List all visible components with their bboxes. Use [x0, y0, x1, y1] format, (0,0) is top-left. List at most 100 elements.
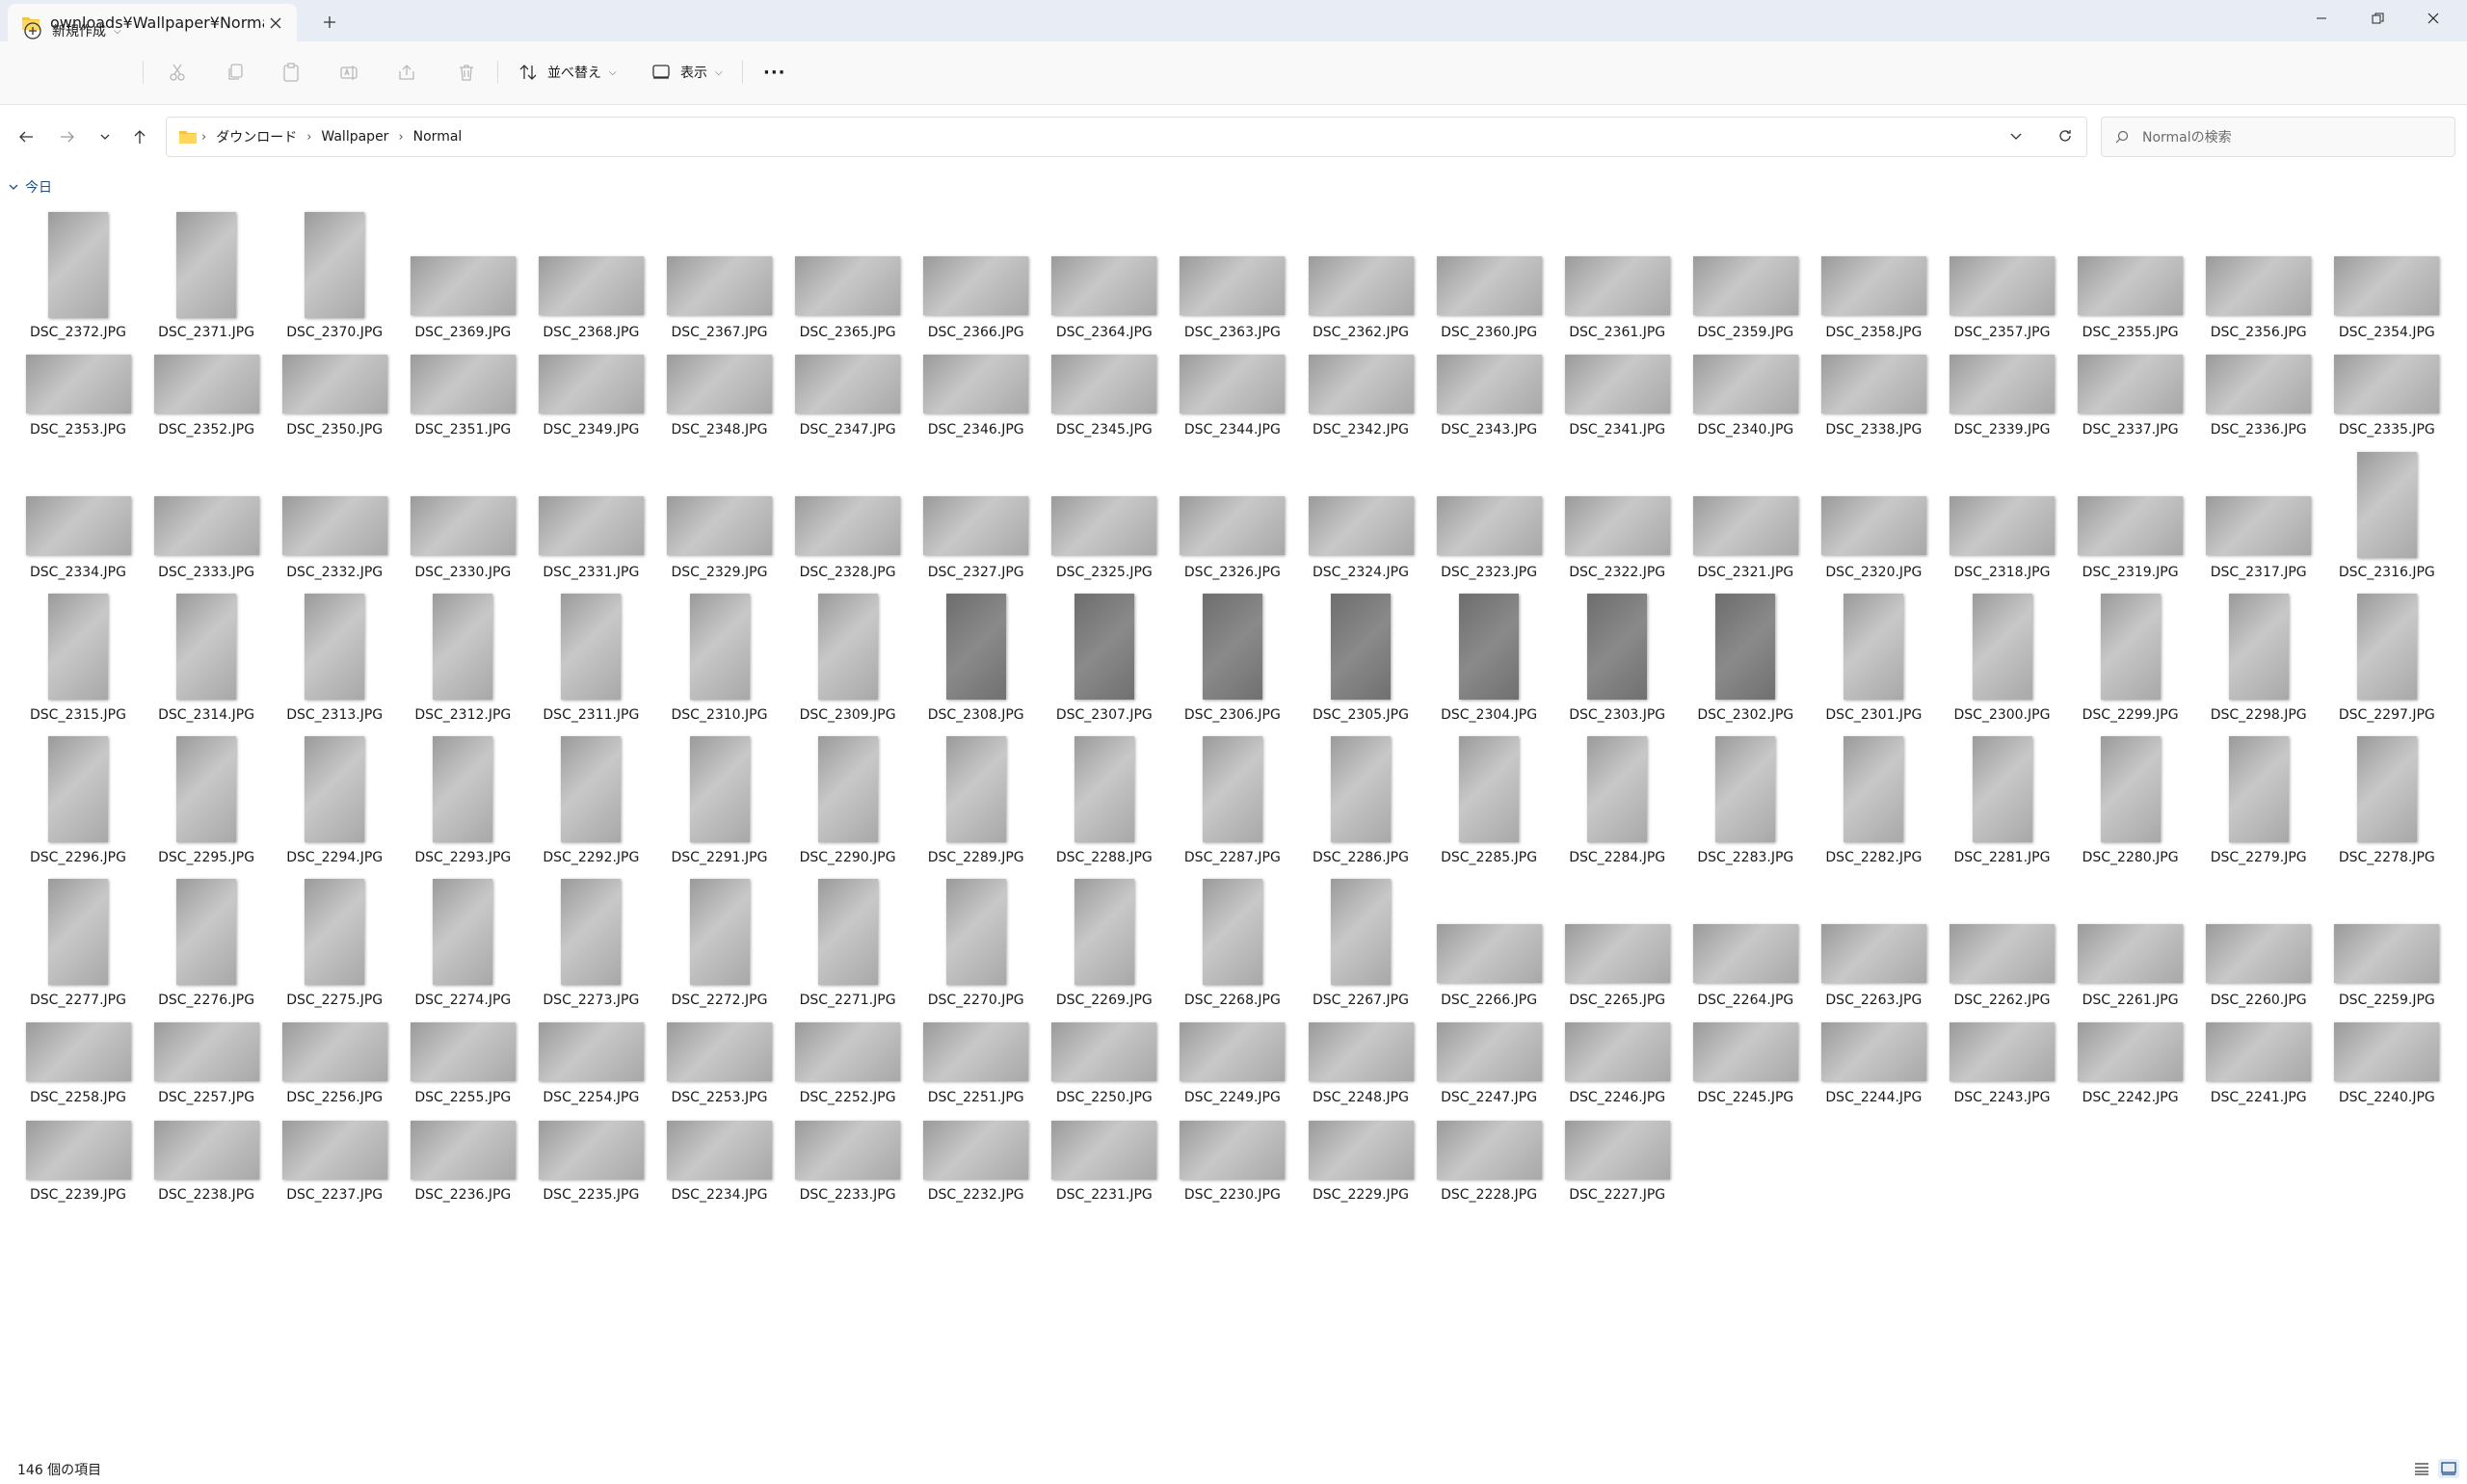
file-name[interactable]: DSC_2290.JPG — [784, 850, 912, 865]
file-name[interactable]: DSC_2296.JPG — [14, 850, 142, 865]
file-name[interactable]: DSC_2242.JPG — [2067, 1090, 2194, 1105]
file-thumbnail[interactable] — [48, 879, 108, 985]
file-name[interactable]: DSC_2247.JPG — [1425, 1090, 1552, 1105]
file-thumbnail[interactable] — [1051, 496, 1157, 555]
file-thumbnail[interactable] — [1715, 736, 1776, 842]
file-name[interactable]: DSC_2298.JPG — [2195, 707, 2322, 723]
file-thumbnail[interactable] — [25, 1022, 131, 1081]
file-thumbnail[interactable] — [25, 1121, 131, 1179]
file-thumbnail[interactable] — [1051, 1022, 1157, 1081]
file-name[interactable]: DSC_2264.JPG — [1682, 993, 1809, 1008]
file-name[interactable]: DSC_2316.JPG — [2323, 565, 2451, 580]
file-thumbnail[interactable] — [410, 1121, 516, 1179]
file-thumbnail[interactable] — [1564, 1022, 1670, 1081]
file-name[interactable]: DSC_2273.JPG — [527, 993, 654, 1008]
file-thumbnail[interactable] — [1459, 736, 1520, 842]
file-thumbnail[interactable] — [1331, 594, 1391, 700]
file-name[interactable]: DSC_2330.JPG — [399, 565, 526, 580]
file-name[interactable]: DSC_2341.JPG — [1553, 422, 1681, 437]
file-thumbnail[interactable] — [433, 736, 493, 842]
file-thumbnail[interactable] — [305, 594, 365, 700]
file-thumbnail[interactable] — [2356, 452, 2417, 558]
file-thumbnail[interactable] — [2206, 1022, 2312, 1081]
file-thumbnail[interactable] — [410, 256, 516, 315]
file-thumbnail[interactable] — [153, 355, 259, 413]
file-name[interactable]: DSC_2261.JPG — [2067, 993, 2194, 1008]
file-name[interactable]: DSC_2243.JPG — [1939, 1090, 2066, 1105]
file-name[interactable]: DSC_2302.JPG — [1682, 707, 1809, 723]
file-thumbnail[interactable] — [25, 496, 131, 555]
file-name[interactable]: DSC_2236.JPG — [399, 1187, 526, 1203]
file-name[interactable]: DSC_2324.JPG — [1297, 565, 1424, 580]
file-thumbnail[interactable] — [2078, 924, 2184, 983]
file-name[interactable]: DSC_2274.JPG — [399, 993, 526, 1008]
file-thumbnail[interactable] — [1820, 496, 1926, 555]
file-name[interactable]: DSC_2366.JPG — [913, 325, 1040, 340]
file-name[interactable]: DSC_2252.JPG — [784, 1090, 912, 1105]
file-thumbnail[interactable] — [433, 879, 493, 985]
file-name[interactable]: DSC_2294.JPG — [271, 850, 398, 865]
file-thumbnail[interactable] — [2078, 1022, 2184, 1081]
file-thumbnail[interactable] — [561, 594, 622, 700]
file-name[interactable]: DSC_2230.JPG — [1169, 1187, 1296, 1203]
file-thumbnail[interactable] — [1202, 879, 1262, 985]
file-name[interactable]: DSC_2332.JPG — [271, 565, 398, 580]
file-thumbnail[interactable] — [1074, 594, 1134, 700]
file-name[interactable]: DSC_2351.JPG — [399, 422, 526, 437]
file-thumbnail[interactable] — [795, 1022, 901, 1081]
file-name[interactable]: DSC_2256.JPG — [271, 1090, 398, 1105]
file-name[interactable]: DSC_2357.JPG — [1939, 325, 2066, 340]
file-thumbnail[interactable] — [1950, 924, 2055, 983]
file-thumbnail[interactable] — [538, 355, 644, 413]
file-thumbnail[interactable] — [281, 1022, 387, 1081]
file-name[interactable]: DSC_2337.JPG — [2067, 422, 2194, 437]
file-thumbnail[interactable] — [176, 594, 237, 700]
file-name[interactable]: DSC_2369.JPG — [399, 325, 526, 340]
file-thumbnail[interactable] — [1950, 1022, 2055, 1081]
file-name[interactable]: DSC_2254.JPG — [527, 1090, 654, 1105]
file-name[interactable]: DSC_2350.JPG — [271, 422, 398, 437]
file-thumbnail[interactable] — [667, 256, 772, 315]
file-name[interactable]: DSC_2248.JPG — [1297, 1090, 1424, 1105]
file-thumbnail[interactable] — [1820, 355, 1926, 413]
file-name[interactable]: DSC_2257.JPG — [143, 1090, 270, 1105]
file-name[interactable]: DSC_2297.JPG — [2323, 707, 2451, 723]
file-thumbnail[interactable] — [2334, 256, 2440, 315]
file-thumbnail[interactable] — [410, 355, 516, 413]
file-thumbnail[interactable] — [538, 1022, 644, 1081]
file-name[interactable]: DSC_2253.JPG — [656, 1090, 783, 1105]
file-thumbnail[interactable] — [1074, 879, 1134, 985]
file-thumbnail[interactable] — [1180, 1121, 1286, 1179]
file-thumbnail[interactable] — [795, 1121, 901, 1179]
file-thumbnail[interactable] — [2334, 355, 2440, 413]
thumbnail-view-button[interactable] — [2438, 1459, 2459, 1478]
file-thumbnail[interactable] — [667, 496, 772, 555]
file-thumbnail[interactable] — [689, 594, 750, 700]
file-name[interactable]: DSC_2346.JPG — [913, 422, 1040, 437]
file-name[interactable]: DSC_2267.JPG — [1297, 993, 1424, 1008]
file-name[interactable]: DSC_2306.JPG — [1169, 707, 1296, 723]
file-thumbnail[interactable] — [923, 256, 1029, 315]
file-name[interactable]: DSC_2323.JPG — [1425, 565, 1552, 580]
file-thumbnail[interactable] — [1436, 496, 1542, 555]
file-name[interactable]: DSC_2233.JPG — [784, 1187, 912, 1203]
file-name[interactable]: DSC_2343.JPG — [1425, 422, 1552, 437]
file-name[interactable]: DSC_2231.JPG — [1041, 1187, 1168, 1203]
file-thumbnail[interactable] — [1844, 736, 1904, 842]
file-name[interactable]: DSC_2283.JPG — [1682, 850, 1809, 865]
file-name[interactable]: DSC_2368.JPG — [527, 325, 654, 340]
file-name[interactable]: DSC_2309.JPG — [784, 707, 912, 723]
file-name[interactable]: DSC_2311.JPG — [527, 707, 654, 723]
file-thumbnail[interactable] — [1972, 594, 2032, 700]
file-name[interactable]: DSC_2359.JPG — [1682, 325, 1809, 340]
file-thumbnail[interactable] — [538, 1121, 644, 1179]
file-thumbnail[interactable] — [2228, 594, 2289, 700]
file-thumbnail[interactable] — [1308, 496, 1414, 555]
file-name[interactable]: DSC_2370.JPG — [271, 325, 398, 340]
file-thumbnail[interactable] — [1180, 496, 1286, 555]
file-thumbnail[interactable] — [1820, 1022, 1926, 1081]
file-thumbnail[interactable] — [923, 1121, 1029, 1179]
file-thumbnail[interactable] — [923, 355, 1029, 413]
file-name[interactable]: DSC_2276.JPG — [143, 993, 270, 1008]
file-name[interactable]: DSC_2360.JPG — [1425, 325, 1552, 340]
